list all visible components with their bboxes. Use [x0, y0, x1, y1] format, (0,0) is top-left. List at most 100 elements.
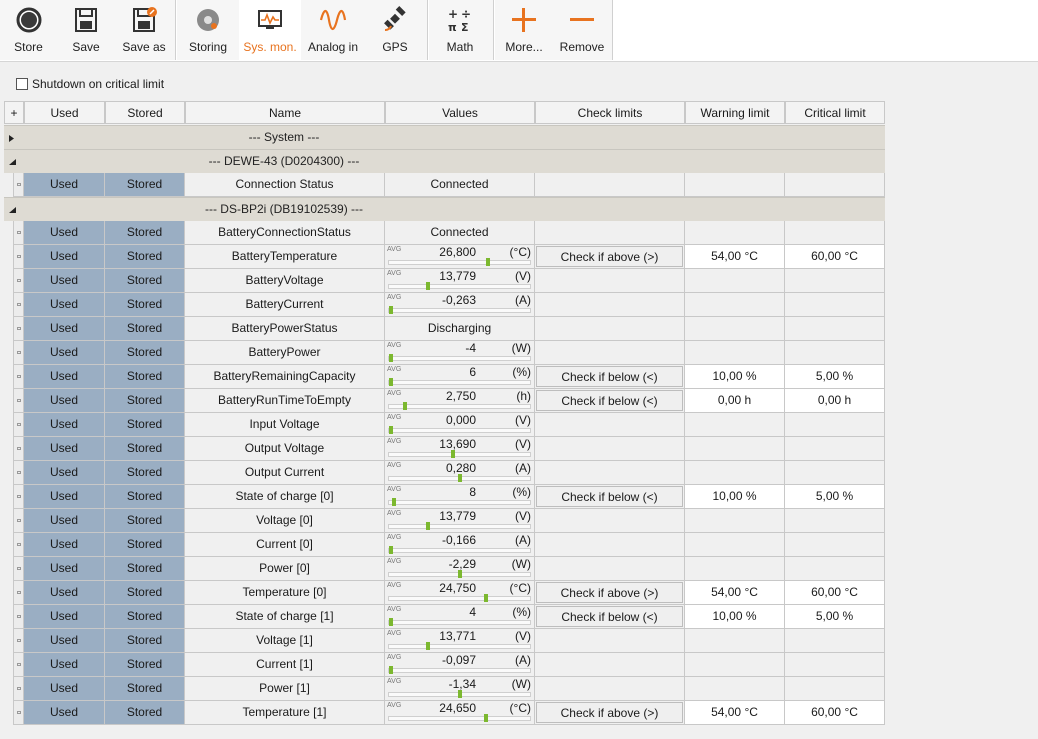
table-row[interactable]: Used Stored BatteryPower AVG -4 (W): [4, 341, 885, 365]
stored-cell[interactable]: Stored: [105, 293, 185, 317]
save-as-button[interactable]: Save as: [115, 0, 173, 60]
critical-limit-cell[interactable]: 5,00 %: [785, 365, 885, 389]
check-limits-cell[interactable]: Check if below (<): [535, 365, 685, 389]
stored-cell[interactable]: Stored: [105, 245, 185, 269]
check-limits-button[interactable]: Check if above (>): [536, 246, 683, 267]
header-warning-limit[interactable]: Warning limit: [685, 101, 785, 124]
table-row[interactable]: Used Stored BatteryCurrent AVG -0,263 (A): [4, 293, 885, 317]
table-row[interactable]: Used Stored BatteryConnectionStatus Connect…: [4, 221, 885, 245]
used-cell[interactable]: Used: [24, 485, 105, 509]
used-cell[interactable]: Used: [24, 413, 105, 437]
table-row[interactable]: Used Stored State of charge [0] AVG 8 (%) Chec…: [4, 485, 885, 509]
stored-cell[interactable]: Stored: [105, 653, 185, 677]
store-button[interactable]: Store: [0, 0, 57, 60]
stored-cell[interactable]: Stored: [105, 461, 185, 485]
table-row[interactable]: Used Stored Current [1] AVG -0,097 (A): [4, 653, 885, 677]
check-limits-cell[interactable]: Check if above (>): [535, 581, 685, 605]
check-limits-cell[interactable]: [535, 293, 685, 317]
warning-limit-cell[interactable]: 0,00 h: [685, 389, 785, 413]
warning-limit-cell[interactable]: 54,00 °C: [685, 581, 785, 605]
stored-cell[interactable]: Stored: [105, 485, 185, 509]
used-cell[interactable]: Used: [24, 701, 105, 725]
used-cell[interactable]: Used: [24, 173, 105, 197]
table-row[interactable]: Used Stored Connection Status Connected: [4, 173, 885, 197]
used-cell[interactable]: Used: [24, 245, 105, 269]
warning-limit-cell[interactable]: 54,00 °C: [685, 245, 785, 269]
check-limits-cell[interactable]: [535, 509, 685, 533]
check-limits-button[interactable]: Check if below (<): [536, 366, 683, 387]
check-limits-cell[interactable]: Check if below (<): [535, 389, 685, 413]
gps-button[interactable]: GPS: [365, 0, 425, 60]
critical-limit-cell[interactable]: 60,00 °C: [785, 701, 885, 725]
stored-cell[interactable]: Stored: [105, 437, 185, 461]
table-row[interactable]: Used Stored Temperature [1] AVG 24,650 (°C) Ch…: [4, 701, 885, 725]
used-cell[interactable]: Used: [24, 389, 105, 413]
more-button[interactable]: More...: [495, 0, 553, 60]
header-critical-limit[interactable]: Critical limit: [785, 101, 885, 124]
check-limits-cell[interactable]: [535, 269, 685, 293]
check-limits-cell[interactable]: [535, 221, 685, 245]
remove-button[interactable]: Remove: [553, 0, 611, 60]
used-cell[interactable]: Used: [24, 533, 105, 557]
math-button[interactable]: + ÷ π Σ Math: [429, 0, 491, 60]
header-used[interactable]: Used: [24, 101, 105, 124]
check-limits-cell[interactable]: [535, 341, 685, 365]
table-row[interactable]: Used Stored State of charge [1] AVG 4 (%) Chec…: [4, 605, 885, 629]
used-cell[interactable]: Used: [24, 341, 105, 365]
critical-limit-cell[interactable]: 60,00 °C: [785, 245, 885, 269]
critical-limit-cell[interactable]: 5,00 %: [785, 605, 885, 629]
check-limits-cell[interactable]: [535, 533, 685, 557]
group-row-dsbp[interactable]: --- DS-BP2i (DB19102539) ---: [4, 197, 885, 221]
header-check-limits[interactable]: Check limits: [535, 101, 685, 124]
table-row[interactable]: Used Stored Power [1] AVG -1,34 (W): [4, 677, 885, 701]
table-row[interactable]: Used Stored Temperature [0] AVG 24,750 (°C) Ch…: [4, 581, 885, 605]
stored-cell[interactable]: Stored: [105, 677, 185, 701]
check-limits-cell[interactable]: Check if above (>): [535, 701, 685, 725]
table-row[interactable]: Used Stored BatteryVoltage AVG 13,779 (V): [4, 269, 885, 293]
used-cell[interactable]: Used: [24, 629, 105, 653]
used-cell[interactable]: Used: [24, 269, 105, 293]
stored-cell[interactable]: Stored: [105, 629, 185, 653]
shutdown-checkbox[interactable]: [16, 78, 28, 90]
stored-cell[interactable]: Stored: [105, 221, 185, 245]
header-name[interactable]: Name: [185, 101, 385, 124]
stored-cell[interactable]: Stored: [105, 701, 185, 725]
used-cell[interactable]: Used: [24, 437, 105, 461]
group-row-dewe[interactable]: --- DEWE-43 (D0204300) ---: [4, 149, 885, 173]
check-limits-cell[interactable]: [535, 173, 685, 197]
critical-limit-cell[interactable]: 5,00 %: [785, 485, 885, 509]
used-cell[interactable]: Used: [24, 509, 105, 533]
check-limits-cell[interactable]: Check if above (>): [535, 245, 685, 269]
table-row[interactable]: Used Stored Power [0] AVG -2,29 (W): [4, 557, 885, 581]
sys-mon-tab[interactable]: Sys. mon.: [239, 0, 301, 60]
stored-cell[interactable]: Stored: [105, 269, 185, 293]
stored-cell[interactable]: Stored: [105, 413, 185, 437]
check-limits-cell[interactable]: [535, 461, 685, 485]
table-row[interactable]: Used Stored Voltage [1] AVG 13,771 (V): [4, 629, 885, 653]
stored-cell[interactable]: Stored: [105, 605, 185, 629]
used-cell[interactable]: Used: [24, 317, 105, 341]
check-limits-cell[interactable]: Check if below (<): [535, 605, 685, 629]
check-limits-cell[interactable]: [535, 557, 685, 581]
check-limits-cell[interactable]: [535, 317, 685, 341]
analog-in-button[interactable]: Analog in: [301, 0, 365, 60]
critical-limit-cell[interactable]: 0,00 h: [785, 389, 885, 413]
table-row[interactable]: Used Stored BatteryTemperature AVG 26,800 (°C…: [4, 245, 885, 269]
table-row[interactable]: Used Stored BatteryPowerStatus Discharging: [4, 317, 885, 341]
stored-cell[interactable]: Stored: [105, 389, 185, 413]
used-cell[interactable]: Used: [24, 221, 105, 245]
check-limits-cell[interactable]: [535, 437, 685, 461]
check-limits-cell[interactable]: [535, 653, 685, 677]
table-row[interactable]: Used Stored BatteryRunTimeToEmpty AVG 2,750 (…: [4, 389, 885, 413]
warning-limit-cell[interactable]: 54,00 °C: [685, 701, 785, 725]
warning-limit-cell[interactable]: 10,00 %: [685, 365, 785, 389]
used-cell[interactable]: Used: [24, 677, 105, 701]
stored-cell[interactable]: Stored: [105, 509, 185, 533]
save-button[interactable]: Save: [57, 0, 115, 60]
stored-cell[interactable]: Stored: [105, 341, 185, 365]
check-limits-button[interactable]: Check if below (<): [536, 606, 683, 627]
check-limits-button[interactable]: Check if below (<): [536, 390, 683, 411]
table-row[interactable]: Used Stored Voltage [0] AVG 13,779 (V): [4, 509, 885, 533]
header-values[interactable]: Values: [385, 101, 535, 124]
warning-limit-cell[interactable]: 10,00 %: [685, 485, 785, 509]
